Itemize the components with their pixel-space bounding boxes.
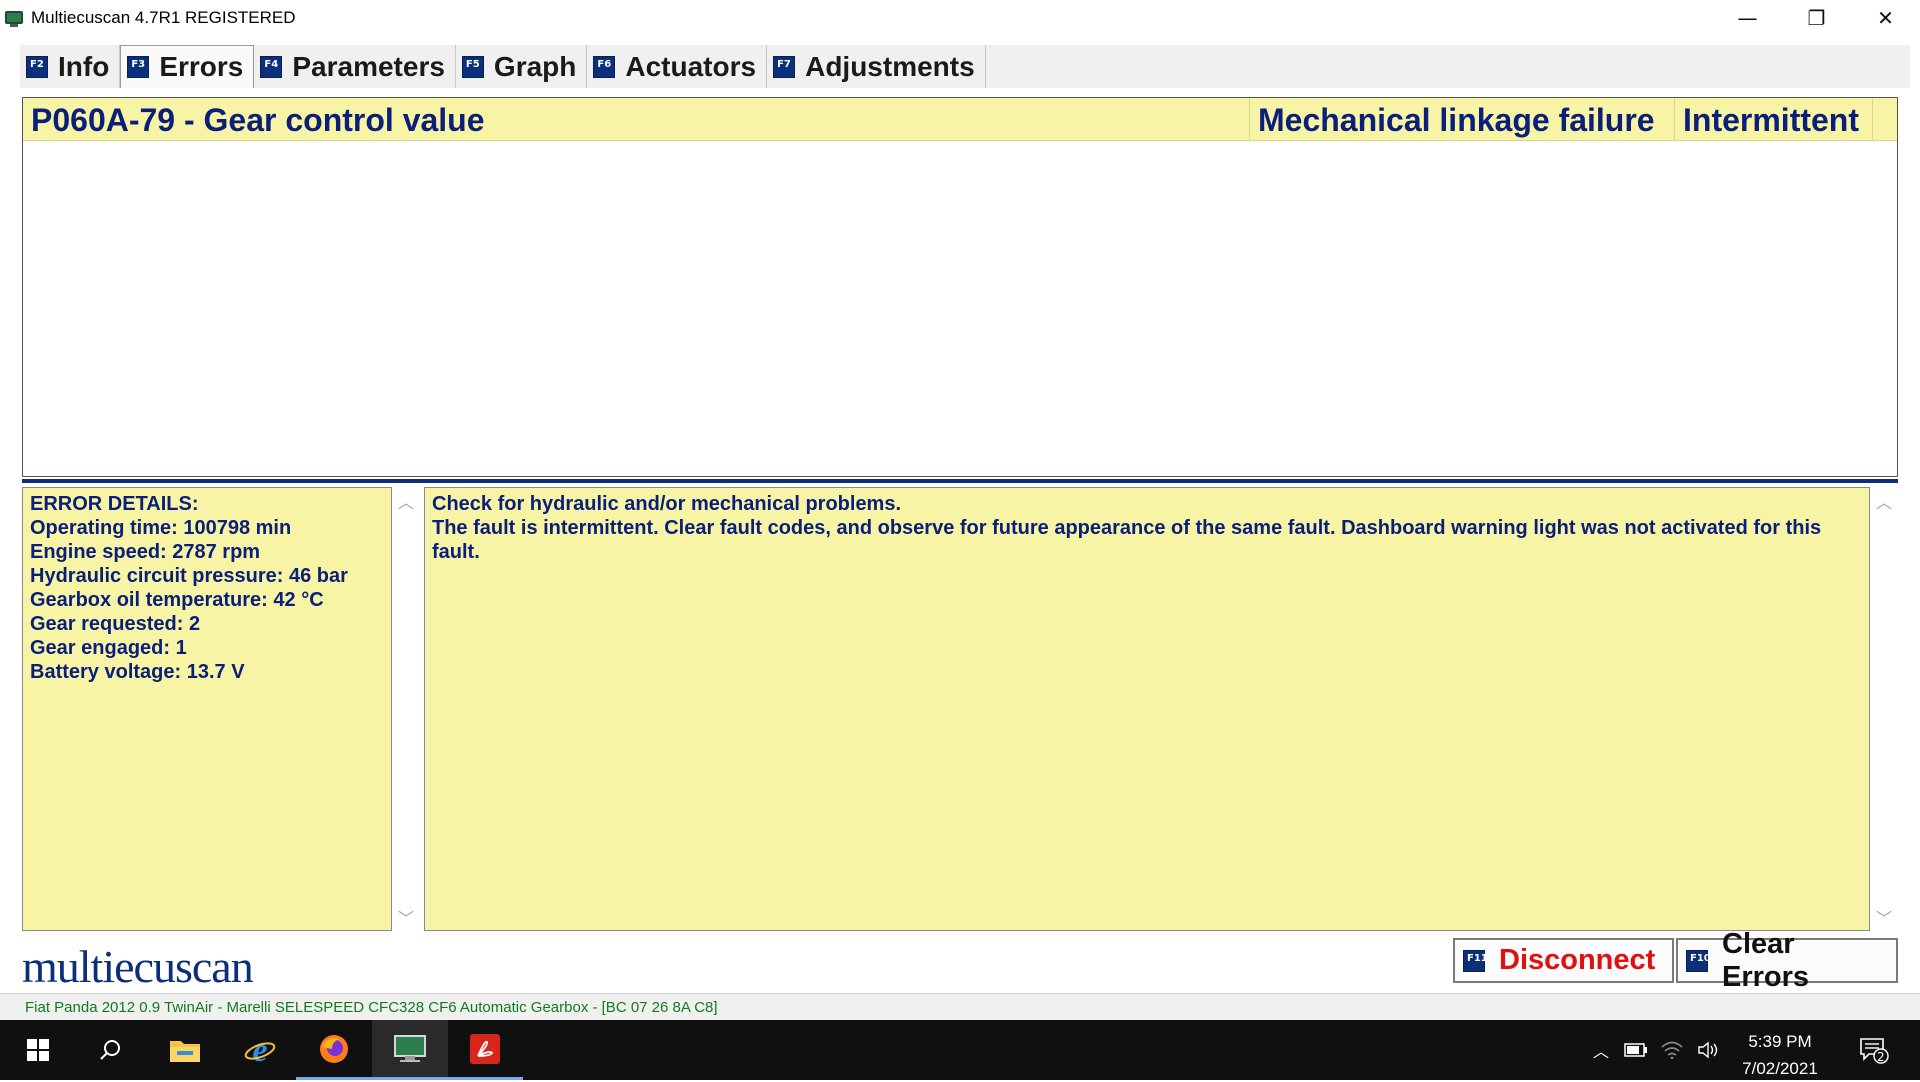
vehicle-info: Fiat Panda 2012 0.9 TwinAir - Marelli SE… (25, 999, 718, 1016)
disconnect-label: Disconnect (1499, 944, 1656, 976)
restore-button[interactable]: ❐ (1782, 0, 1851, 36)
tab-label: Parameters (292, 50, 445, 82)
acrobat-icon (470, 1033, 500, 1064)
folder-icon (170, 1041, 200, 1062)
notification-count: 2 (1877, 1050, 1885, 1064)
tab-parameters[interactable]: F4 Parameters (254, 45, 456, 88)
battery-tray-button[interactable] (1618, 1020, 1654, 1080)
start-button[interactable] (0, 1020, 76, 1080)
close-button[interactable]: ✕ (1851, 0, 1920, 36)
window-title: Multiecuscan 4.7R1 REGISTERED (31, 8, 296, 27)
detail-line: Gearbox oil temperature: 42 °C (30, 589, 324, 611)
disconnect-button[interactable]: F11 Disconnect (1453, 938, 1674, 983)
scroll-down-icon[interactable]: ﹀ (392, 905, 420, 929)
minimize-icon: — (1737, 6, 1758, 30)
file-explorer-button[interactable] (147, 1020, 223, 1080)
tab-adjustments[interactable]: F7 Adjustments (767, 45, 986, 88)
f4-key-icon: F4 (260, 55, 283, 78)
firefox-icon (320, 1034, 348, 1063)
battery-charging-icon (1624, 1043, 1647, 1057)
details-scrollbar[interactable]: ︿ ﹀ (392, 487, 420, 931)
tab-label: Info (58, 50, 110, 82)
wifi-icon (1661, 1041, 1683, 1059)
volume-tray-button[interactable] (1690, 1020, 1726, 1080)
detail-line: Gear engaged: 1 (30, 637, 187, 659)
error-list[interactable]: P060A-79 - Gear control value Mechanical… (22, 97, 1898, 477)
f3-key-icon: F3 (127, 56, 150, 78)
notification-center-button[interactable]: 2 (1848, 1020, 1900, 1080)
svg-text:e: e (252, 1034, 267, 1066)
internet-explorer-button[interactable]: e (222, 1020, 298, 1080)
windows-icon (27, 1039, 49, 1061)
wifi-tray-button[interactable] (1654, 1020, 1690, 1080)
multiecuscan-icon (394, 1034, 426, 1062)
tab-label: Actuators (625, 50, 757, 82)
advice-line: The fault is intermittent. Clear fault c… (432, 517, 1822, 563)
tab-label: Errors (159, 51, 244, 82)
detail-line: Engine speed: 2787 rpm (30, 541, 261, 563)
scroll-down-icon[interactable]: ﹀ (1870, 905, 1898, 929)
error-description: Mechanical linkage failure (1250, 98, 1675, 140)
clock-date: 7/02/2021 (1742, 1059, 1818, 1078)
tab-label: Graph (493, 50, 577, 82)
internet-explorer-icon: e (244, 1034, 276, 1066)
error-details-panel: ERROR DETAILS: Operating time: 100798 mi… (22, 487, 392, 931)
tab-errors[interactable]: F3 Errors (120, 45, 255, 88)
chevron-up-icon: ︿ (1592, 1042, 1609, 1061)
f10-key-icon: F10 (1686, 949, 1711, 972)
restore-icon: ❐ (1807, 6, 1826, 30)
tab-actuators[interactable]: F6 Actuators (587, 45, 768, 88)
multiecuscan-taskbar-button[interactable] (372, 1020, 448, 1080)
minimize-button[interactable]: — (1713, 0, 1782, 36)
firefox-button[interactable] (296, 1020, 372, 1080)
clock-time: 5:39 PM (1748, 1032, 1812, 1051)
advice-line: Check for hydraulic and/or mechanical pr… (432, 493, 902, 515)
close-icon: ✕ (1877, 6, 1894, 30)
detail-line: Hydraulic circuit pressure: 46 bar (30, 565, 348, 587)
detail-line: Operating time: 100798 min (30, 517, 292, 539)
f11-key-icon: F11 (1463, 949, 1488, 972)
details-heading: ERROR DETAILS: (30, 493, 199, 515)
detail-line: Gear requested: 2 (30, 613, 201, 635)
search-button[interactable] (72, 1020, 148, 1080)
show-hidden-icons-button[interactable]: ︿ (1584, 1020, 1618, 1080)
tab-label: Adjustments (805, 50, 975, 82)
multiecuscan-logo: multiecuscan (22, 941, 254, 992)
clear-errors-button[interactable]: F10 Clear Errors (1676, 928, 1898, 993)
title-bar: Multiecuscan 4.7R1 REGISTERED — ❐ ✕ (0, 0, 1920, 36)
detail-line: Battery voltage: 13.7 V (30, 661, 245, 683)
f2-key-icon: F2 (26, 55, 48, 78)
advice-scrollbar[interactable]: ︿ ﹀ (1870, 487, 1898, 931)
f7-key-icon: F7 (773, 55, 796, 78)
error-row[interactable]: P060A-79 - Gear control value Mechanical… (23, 98, 1897, 141)
error-status: Intermittent (1675, 98, 1873, 140)
f5-key-icon: F5 (461, 55, 484, 78)
acrobat-button[interactable] (447, 1020, 523, 1080)
tab-graph[interactable]: F5 Graph (456, 45, 588, 88)
tab-info[interactable]: F2 Info (20, 45, 121, 88)
window-controls: — ❐ ✕ (1713, 0, 1920, 36)
f6-key-icon: F6 (593, 55, 616, 78)
search-icon (100, 1040, 120, 1060)
multiecuscan-app-icon (3, 7, 25, 29)
error-code: P060A-79 - Gear control value (23, 98, 1250, 140)
scroll-up-icon[interactable]: ︿ (1870, 489, 1898, 513)
speaker-icon (1698, 1041, 1718, 1059)
taskbar-clock[interactable]: 5:39 PM 7/02/2021 (1725, 1028, 1835, 1082)
scroll-up-icon[interactable]: ︿ (392, 489, 420, 513)
clear-errors-label: Clear Errors (1722, 927, 1810, 993)
panel-splitter[interactable] (22, 479, 1898, 483)
status-bar: Fiat Panda 2012 0.9 TwinAir - Marelli SE… (0, 993, 1920, 1021)
taskbar: e ︿ 5:39 PM 7/02/2021 2 (0, 1020, 1920, 1080)
tab-strip: F2 Info F3 Errors F4 Parameters F5 Graph… (20, 45, 1910, 88)
error-advice-panel: Check for hydraulic and/or mechanical pr… (424, 487, 1870, 931)
